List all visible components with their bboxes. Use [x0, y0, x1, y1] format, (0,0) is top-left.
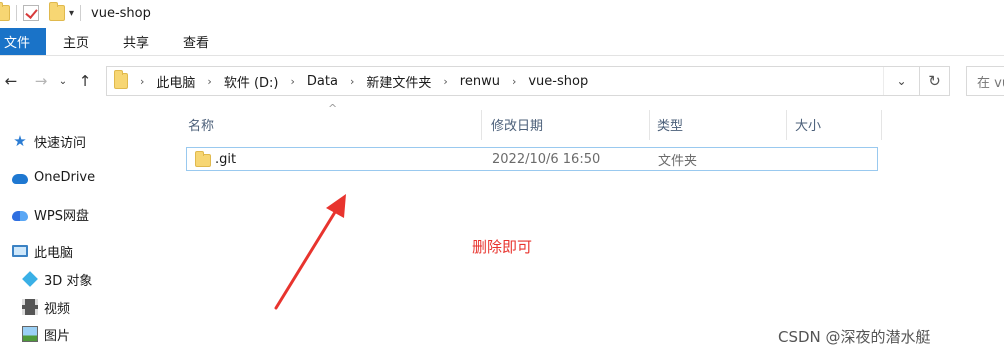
- sort-ascending-icon: ^: [328, 102, 338, 115]
- refresh-icon[interactable]: ↻: [920, 66, 950, 96]
- breadcrumb-separator-icon[interactable]: ›: [291, 75, 295, 88]
- breadcrumb-this-pc[interactable]: 此电脑: [156, 72, 195, 91]
- file-name: .git: [215, 151, 237, 167]
- tab-file[interactable]: 文件: [0, 28, 47, 55]
- cube-icon: [22, 271, 38, 287]
- picture-icon: [22, 326, 38, 342]
- column-header-size[interactable]: 大小: [795, 112, 821, 136]
- sidebar-item-label: WPS网盘: [34, 208, 89, 224]
- sidebar-item-videos[interactable]: 视频: [22, 296, 70, 318]
- video-icon: [22, 299, 38, 315]
- breadcrumb-data[interactable]: Data: [307, 74, 338, 89]
- folder-icon: [0, 2, 10, 21]
- sidebar-item-3d-objects[interactable]: 3D 对象: [22, 268, 92, 290]
- breadcrumb-renwu[interactable]: renwu: [460, 74, 500, 89]
- address-bar[interactable]: › 此电脑 › 软件 (D:) › Data › 新建文件夹 › renwu ›…: [106, 66, 920, 96]
- file-modified: 2022/10/6 16:50: [492, 151, 601, 167]
- annotation-text: 删除即可: [472, 238, 533, 256]
- divider: [80, 5, 82, 21]
- sidebar-item-this-pc[interactable]: 此电脑: [12, 240, 73, 262]
- sidebar-item-wps-drive[interactable]: WPS网盘: [12, 203, 89, 225]
- new-folder-icon[interactable]: [49, 2, 65, 21]
- folder-icon: [195, 151, 211, 167]
- wps-cloud-icon: [12, 211, 28, 221]
- search-input[interactable]: 在 vue-shop 中搜索: [966, 66, 1004, 96]
- breadcrumb-new-folder[interactable]: 新建文件夹: [366, 72, 431, 91]
- folder-icon: [114, 70, 128, 89]
- column-header-modified[interactable]: 修改日期: [491, 112, 543, 136]
- sidebar-item-quick-access[interactable]: ★ 快速访问: [12, 130, 86, 152]
- title-bar: ▾ vue-shop: [0, 0, 1004, 26]
- breadcrumb-separator-icon[interactable]: ›: [140, 75, 144, 88]
- properties-check-icon[interactable]: [23, 5, 39, 21]
- column-divider[interactable]: [881, 110, 882, 140]
- star-icon: ★: [13, 132, 27, 150]
- onedrive-cloud-icon: [12, 174, 28, 184]
- address-history-dropdown-icon[interactable]: ⌄: [883, 67, 919, 95]
- tab-home[interactable]: 主页: [46, 28, 106, 55]
- back-arrow-icon[interactable]: ←: [0, 70, 22, 92]
- tab-view[interactable]: 查看: [166, 28, 226, 55]
- column-divider[interactable]: [786, 110, 787, 140]
- customize-toolbar-dropdown-icon[interactable]: ▾: [69, 8, 74, 19]
- sidebar-item-pictures[interactable]: 图片: [22, 323, 70, 345]
- divider: [16, 5, 17, 21]
- navigation-bar: ← → ⌄ ↑ › 此电脑 › 软件 (D:) › Data › 新建文件夹 ›…: [0, 63, 1004, 99]
- column-divider[interactable]: [649, 110, 650, 140]
- forward-arrow-icon[interactable]: →: [30, 70, 52, 92]
- breadcrumb-separator-icon[interactable]: ›: [350, 75, 354, 88]
- ribbon-tabs: 文件 主页 共享 查看: [0, 28, 1004, 56]
- annotation-arrow: [274, 194, 346, 310]
- breadcrumb-separator-icon[interactable]: ›: [443, 75, 447, 88]
- sidebar-item-label: 快速访问: [34, 135, 87, 151]
- sidebar-item-label: 图片: [44, 328, 71, 344]
- breadcrumb-vue-shop[interactable]: vue-shop: [528, 74, 588, 89]
- column-header-type[interactable]: 类型: [657, 112, 683, 136]
- file-row-git[interactable]: .git 2022/10/6 16:50 文件夹: [186, 147, 878, 171]
- sidebar-item-label: 此电脑: [34, 245, 74, 261]
- file-type: 文件夹: [658, 153, 698, 169]
- sidebar-item-label: 视频: [44, 301, 71, 317]
- sidebar-item-label: 3D 对象: [44, 273, 93, 289]
- recent-locations-chevron-icon[interactable]: ⌄: [52, 70, 74, 92]
- breadcrumb-separator-icon[interactable]: ›: [512, 75, 516, 88]
- column-divider[interactable]: [481, 110, 482, 140]
- sidebar-item-onedrive[interactable]: OneDrive: [12, 166, 95, 188]
- window-title: vue-shop: [91, 5, 151, 21]
- up-arrow-icon[interactable]: ↑: [74, 70, 96, 92]
- breadcrumb-drive-d[interactable]: 软件 (D:): [224, 72, 279, 91]
- tab-share[interactable]: 共享: [106, 28, 166, 55]
- breadcrumb-separator-icon[interactable]: ›: [207, 75, 211, 88]
- sidebar-item-label: OneDrive: [34, 169, 96, 185]
- quick-access-toolbar: ▾: [0, 0, 82, 26]
- navigation-pane: ★ 快速访问 OneDrive WPS网盘 此电脑 3D 对象 视频 图片: [0, 112, 168, 357]
- computer-icon: [12, 245, 28, 257]
- column-header-name[interactable]: 名称: [188, 112, 214, 136]
- watermark: CSDN @深夜的潜水艇: [778, 328, 931, 346]
